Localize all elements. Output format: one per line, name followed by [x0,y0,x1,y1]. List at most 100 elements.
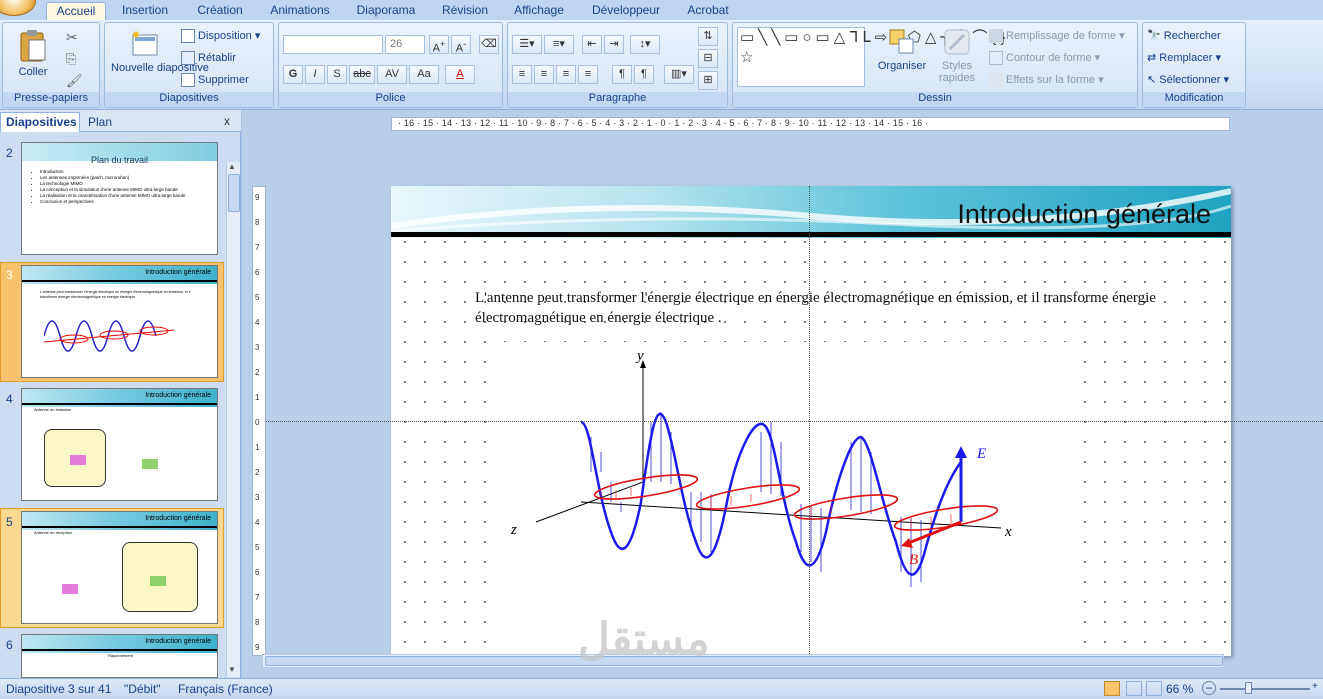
replace-button[interactable]: ⇄ Remplacer ▾ [1147,51,1221,64]
tab-animations[interactable]: Animations [264,2,336,20]
line-spacing-button[interactable]: ↕▾ [630,35,660,54]
rtl-button[interactable]: ¶ [634,65,654,84]
shrink-font-button[interactable]: A- [451,35,471,55]
delete-button[interactable]: Supprimer [181,73,249,87]
tab-developpeur[interactable]: Développeur [586,2,666,20]
svg-text:✷: ✷ [131,29,141,42]
zoom-level[interactable]: 66 % [1166,682,1193,696]
increase-indent-button[interactable]: ⇥ [604,35,624,54]
ruler-number: 4 [255,318,260,327]
find-button[interactable]: 🔭 Rechercher [1147,29,1221,42]
thumbnail-header-line [22,403,217,405]
font-name-combo[interactable] [283,35,383,54]
tab-acrobat[interactable]: Acrobat [680,2,736,20]
zoom-slider-thumb[interactable] [1245,682,1252,694]
shape-outline-button[interactable]: Contour de forme ▾ [989,51,1100,66]
horizontal-scrollbar[interactable] [262,654,1224,668]
tab-creation[interactable]: Création [190,2,250,20]
ruler-number: 8 [255,618,260,627]
slide-title[interactable]: Introduction générale [957,199,1211,230]
paste-button[interactable]: Coller [13,29,53,78]
shadow-button[interactable]: S [327,65,347,84]
strikethrough-button[interactable]: abc [349,65,375,84]
tab-accueil[interactable]: Accueil [46,2,106,20]
delete-slide-icon [181,73,195,87]
theme-name[interactable]: "Débit" [124,682,161,696]
cut-icon[interactable]: ✂ [66,29,78,46]
copy-icon[interactable]: ⎘ [66,51,76,67]
b-field-label: B [909,552,918,568]
slide-thumbnail-4[interactable]: Introduction générale Antenne en émissio… [21,388,218,501]
em-wave-figure[interactable]: y z x E B [491,342,1079,652]
ruler-number: 7 [255,593,260,602]
replace-icon: ⇄ [1147,52,1157,64]
scroll-down-icon[interactable]: ▼ [228,665,240,675]
align-text-button[interactable]: ⊟ [698,49,718,68]
panel-scroll-thumb[interactable] [228,174,240,212]
reset-button[interactable]: Rétablir [181,51,236,65]
font-size-combo[interactable]: 26 [385,35,425,54]
zoom-in-icon[interactable]: + [1312,681,1323,695]
slide-thumbnail-6[interactable]: Introduction générale Rayonnement [21,634,218,678]
zoom-slider-track[interactable] [1220,688,1310,690]
tab-diapositives[interactable]: Diapositives [0,112,80,132]
numbering-button[interactable]: ≡▾ [544,35,574,54]
office-button[interactable] [0,0,36,16]
slide-thumbnail-2[interactable]: Plan du travail Introduction Les antenne… [21,142,218,255]
align-right-button[interactable]: ≡ [556,65,576,84]
italic-button[interactable]: I [305,65,325,84]
justify-button[interactable]: ≡ [578,65,598,84]
smartart-button[interactable]: ⊞ [698,71,718,90]
slide-sorter-icon[interactable] [1126,681,1142,696]
tab-affichage[interactable]: Affichage [506,2,572,20]
align-left-button[interactable]: ≡ [512,65,532,84]
panel-close-button[interactable]: x [224,114,230,128]
format-painter-icon[interactable]: 🖌 [66,73,83,89]
slide-body-text[interactable]: L'antenne peut transformer l'énergie éle… [475,288,1165,328]
slideshow-icon[interactable] [1146,681,1162,696]
tab-plan[interactable]: Plan [88,115,112,129]
slide-thumbnail-5[interactable]: Introduction générale Antenne en récepti… [21,511,218,624]
editing-group-label: Modification [1143,92,1245,107]
char-spacing-button[interactable]: AV [377,65,407,84]
horizontal-scroll-thumb[interactable] [265,656,1223,666]
paint-bucket-icon [989,29,1003,44]
slide-thumbnail-3[interactable]: Introduction générale L'antenne peut tra… [21,265,218,378]
effects-icon [989,73,1003,88]
zoom-out-icon[interactable]: − [1202,681,1216,695]
panel-scrollbar[interactable]: ▲ ▼ [226,162,240,677]
bullets-button[interactable]: ☰▾ [512,35,542,54]
arrange-button[interactable]: Organiser [877,27,927,72]
change-case-button[interactable]: Aa [409,65,439,84]
font-color-button[interactable]: A [445,65,475,84]
shapes-gallery[interactable]: ▭╲╲▭○▭△ᒣᒪ⇨⇩⬠△╮⌒⌒{}☆ [737,27,1005,87]
shape-fill-button[interactable]: Remplissage de forme ▾ [989,29,1125,44]
cursor-icon: ↖ [1147,74,1157,86]
scroll-up-icon[interactable]: ▲ [228,162,240,172]
language-status[interactable]: Français (France) [178,682,273,696]
ltr-button[interactable]: ¶ [612,65,632,84]
decrease-indent-button[interactable]: ⇤ [582,35,602,54]
quick-styles-button[interactable]: Styles rapides [931,27,983,84]
normal-view-icon[interactable] [1104,681,1120,696]
new-slide-button[interactable]: ✷ Nouvelle diapositive [111,28,209,74]
align-center-button[interactable]: ≡ [534,65,554,84]
clear-format-button[interactable]: ⌫ [479,35,499,54]
select-button[interactable]: ↖ Sélectionner ▾ [1147,73,1229,86]
tab-diaporama[interactable]: Diaporama [350,2,422,20]
layout-button[interactable]: Disposition ▾ [181,29,260,44]
status-bar: Diapositive 3 sur 41 "Débit" Français (F… [0,678,1323,699]
clipboard-group-label: Presse-papiers [3,92,99,107]
font-group-label: Police [279,92,502,107]
quick-styles-label: Styles rapides [938,60,976,84]
bold-button[interactable]: G [283,65,303,84]
ruler-number: 2 [255,368,260,377]
grow-font-button[interactable]: A+ [429,35,449,55]
shape-effects-button[interactable]: Effets sur la forme ▾ [989,73,1104,88]
tab-revision[interactable]: Révision [434,2,496,20]
horizontal-guide[interactable] [266,421,1323,422]
x-axis-label: x [1004,524,1012,540]
columns-button[interactable]: ▥▾ [664,65,694,84]
tab-insertion[interactable]: Insertion [114,2,176,20]
text-direction-button[interactable]: ⇅ [698,27,718,46]
